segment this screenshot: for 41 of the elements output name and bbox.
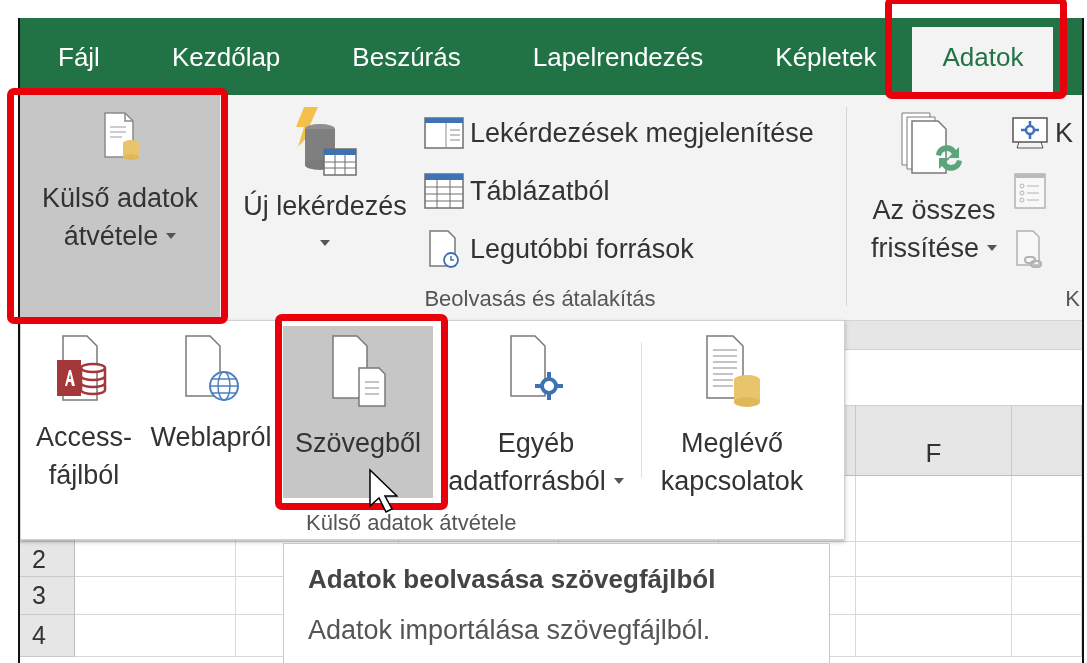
- window-icon: [424, 116, 464, 150]
- caret-icon: [613, 478, 624, 484]
- ribbon-command[interactable]: Lekérdezések megjelenítése: [424, 107, 814, 159]
- list-icon: [1011, 172, 1049, 210]
- row-header[interactable]: 3: [20, 577, 75, 615]
- table-cell: [1012, 577, 1082, 615]
- menu-item[interactable]: Meglévő kapcsolatok: [644, 326, 820, 498]
- ribbon-tab[interactable]: Adatok: [912, 27, 1054, 95]
- group-label: Beolvasás és átalakítás: [423, 286, 657, 313]
- row-header[interactable]: 4: [20, 615, 75, 657]
- ribbon-command[interactable]: Táblázatból: [424, 165, 814, 217]
- ribbon-command[interactable]: Legutóbbi források: [424, 223, 814, 275]
- column-header[interactable]: F: [856, 405, 1012, 476]
- group-label: K: [1064, 286, 1081, 313]
- ribbon-tab[interactable]: Fájl: [22, 27, 136, 95]
- table-cell: [1012, 476, 1082, 542]
- table-icon: [424, 172, 464, 210]
- ribbon-tab[interactable]: Képletek: [739, 27, 913, 95]
- ribbon-tab[interactable]: Beszúrás: [316, 27, 497, 95]
- menu-item[interactable]: Szövegből: [283, 326, 433, 498]
- table-cell: [1012, 542, 1082, 577]
- crosshair-monitor-icon: [1011, 116, 1049, 150]
- ribbon-tab[interactable]: Kezdőlap: [135, 27, 317, 95]
- menu-item[interactable]: Access- fájlból: [25, 326, 143, 498]
- table-cell: [1012, 615, 1082, 657]
- menu-item[interactable]: Egyéb adatforrásból: [433, 326, 639, 498]
- row-header[interactable]: 2: [20, 542, 75, 577]
- menu-item[interactable]: Weblapról: [143, 326, 279, 498]
- column-header[interactable]: [1012, 405, 1082, 476]
- tooltip-title: Adatok beolvasása szövegfájlból: [308, 564, 716, 595]
- caret-icon: [320, 240, 330, 246]
- tooltip-text: Adatok importálása szövegfájlból.: [308, 615, 711, 646]
- caret-icon: [987, 245, 997, 251]
- refresh-all-button[interactable]: Az összes frissítése: [861, 95, 1007, 286]
- cursor-icon: [368, 468, 398, 514]
- ribbon-tab[interactable]: Lapelrendezés: [496, 27, 740, 95]
- ribbon-command[interactable]: K: [1011, 107, 1073, 159]
- new-query-button[interactable]: Új lekérdezés: [234, 95, 416, 286]
- get-external-data-button[interactable]: Külső adatok átvétele: [20, 95, 220, 320]
- group-label: Külső adatok átvétele: [306, 510, 517, 536]
- caret-icon: [166, 233, 177, 239]
